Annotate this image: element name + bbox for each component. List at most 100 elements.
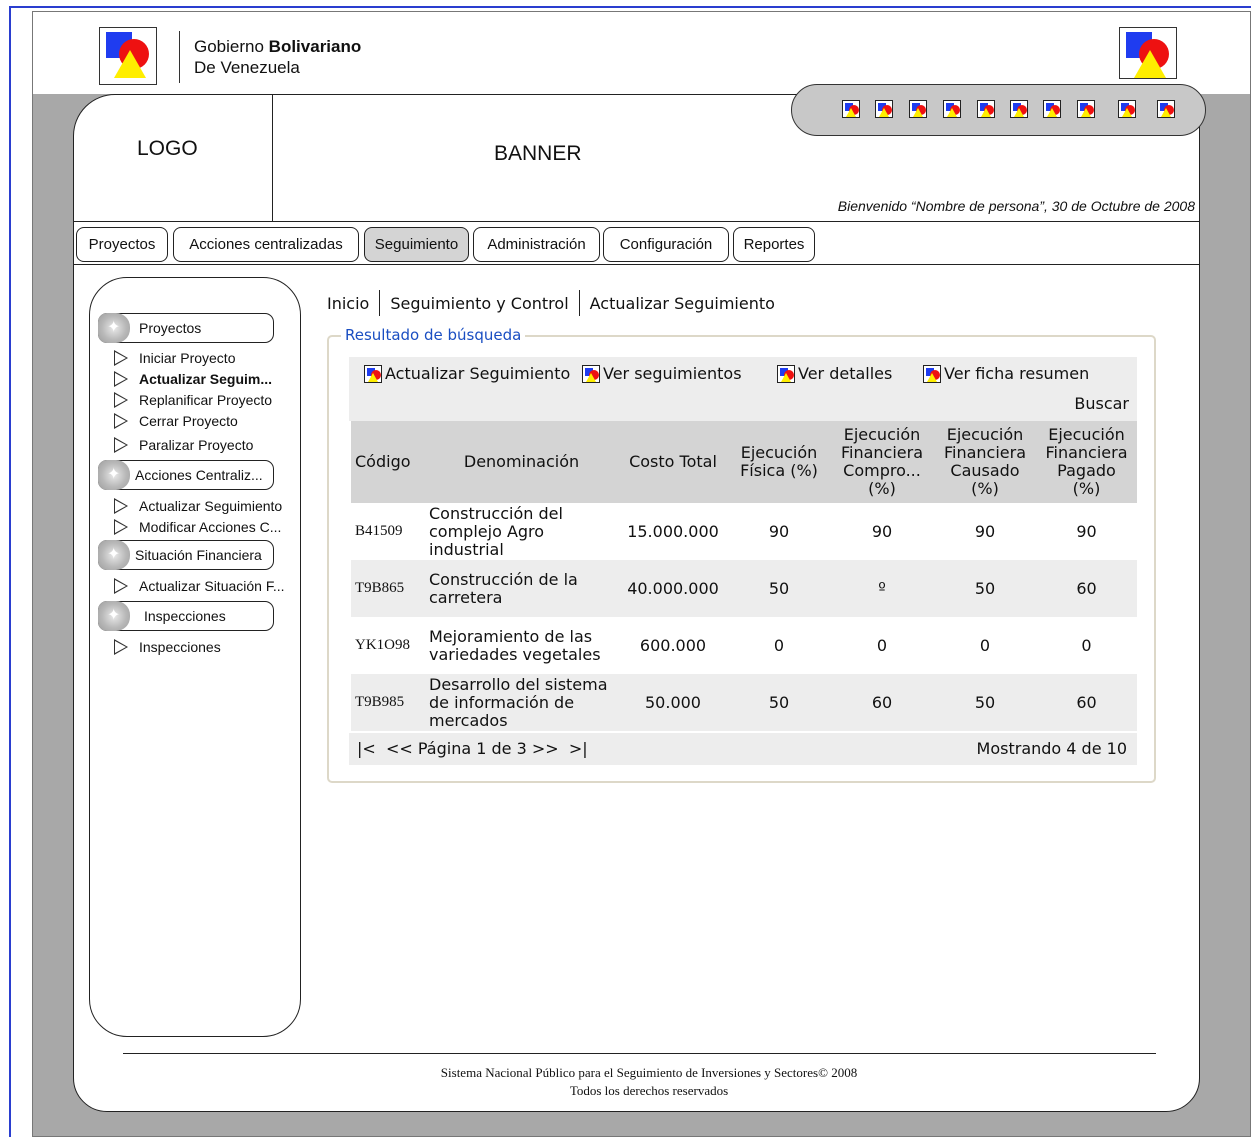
sidebar-section-proyectos[interactable]: Proyectos — [98, 313, 274, 343]
sidebar-item-inspecciones[interactable]: Inspecciones — [114, 636, 221, 656]
app-logo-icon — [364, 364, 382, 383]
play-icon — [114, 437, 128, 453]
results-table: Código Denominación Costo Total Ejecució… — [351, 421, 1137, 731]
app-logo-icon[interactable] — [1077, 100, 1095, 118]
results-count: Mostrando 4 de 10 — [976, 739, 1127, 758]
app-logo-icon[interactable] — [977, 100, 995, 118]
tab-seguimiento[interactable]: Seguimiento — [364, 227, 469, 262]
app-logo-icon[interactable] — [1157, 100, 1175, 118]
cell-costo: 50.000 — [618, 674, 728, 731]
pager: |< << Página 1 de 3 >> >| — [357, 739, 588, 758]
last-page-button[interactable]: >| — [569, 739, 588, 758]
cell-denominacion: Desarrollo del sistema de información de m… — [425, 674, 618, 731]
play-icon — [114, 639, 128, 655]
cell-codigo: T9B985 — [351, 674, 425, 731]
play-icon — [114, 392, 128, 408]
column-header-costo-total[interactable]: Costo Total — [618, 421, 728, 503]
first-page-button[interactable]: |< — [357, 739, 376, 758]
buscar-link[interactable]: Buscar — [1074, 394, 1129, 413]
table-header-row: Código Denominación Costo Total Ejecució… — [351, 421, 1137, 503]
play-icon — [114, 578, 128, 594]
star-icon — [98, 460, 130, 490]
cell-fisica: 90 — [768, 522, 790, 541]
sidebar-section-situacion-financiera[interactable]: Situación Financiera — [98, 540, 274, 570]
cell-pagado: 60 — [1036, 560, 1137, 617]
star-icon — [98, 540, 130, 570]
table-row[interactable]: T9B865 Construcción de la carretera 40.00… — [351, 560, 1137, 617]
action-label: Actualizar Seguimiento — [385, 364, 571, 383]
cell-causado: 90 — [974, 522, 996, 541]
app-logo-icon[interactable] — [1010, 100, 1028, 118]
cell-denominacion: Mejoramiento de las variedades vegetales — [429, 626, 601, 664]
table-row[interactable]: T9B985 Desarrollo del sistema de informac… — [351, 674, 1137, 731]
results-panel: Resultado de búsqueda Actualizar Seguimi… — [327, 326, 1156, 783]
column-header-denominacion[interactable]: Denominación — [425, 421, 618, 503]
gov-line1-prefix: Gobierno — [194, 37, 269, 56]
sidebar-section-label: Proyectos — [139, 320, 202, 336]
cell-causado: 0 — [979, 636, 991, 655]
play-icon — [114, 371, 128, 387]
column-header-financiera-pagado[interactable]: Ejecución Financiera Pagado (%) — [1036, 421, 1137, 503]
cell-codigo: T9B865 — [351, 560, 425, 617]
app-logo-icon[interactable] — [1118, 100, 1136, 118]
cell-costo: 15.000.000 — [627, 522, 719, 541]
sidebar-item-paralizar-proyecto[interactable]: Paralizar Proyecto — [114, 434, 253, 454]
sidebar-item-actualizar-situacion[interactable]: Actualizar Situación F... — [114, 575, 285, 595]
sidebar-item-iniciar-proyecto[interactable]: Iniciar Proyecto — [114, 347, 235, 367]
sidebar-section-inspecciones[interactable]: Inspecciones — [98, 601, 274, 631]
cell-codigo: B41509 — [355, 523, 403, 539]
action-label: Ver seguimientos — [603, 364, 742, 383]
gov-line2: De Venezuela — [194, 58, 300, 77]
sidebar-item-modificar-acciones[interactable]: Modificar Acciones C... — [114, 516, 281, 536]
app-logo-icon[interactable] — [1043, 100, 1061, 118]
play-icon — [114, 350, 128, 366]
app-logo-icon[interactable] — [909, 100, 927, 118]
cell-pagado: 0 — [1081, 636, 1092, 655]
tab-reportes[interactable]: Reportes — [733, 227, 815, 262]
sidebar-item-actualizar-seguimiento-acciones[interactable]: Actualizar Seguimiento — [114, 495, 282, 515]
play-icon — [114, 498, 128, 514]
prev-page-button[interactable]: << — [386, 739, 413, 758]
tab-administracion[interactable]: Administración — [473, 227, 600, 262]
cell-costo: 40.000.000 — [618, 560, 728, 617]
play-icon — [114, 519, 128, 535]
app-logo-icon[interactable] — [943, 100, 961, 118]
column-header-codigo[interactable]: Código — [351, 421, 425, 503]
cell-denominacion: Construcción de la carretera — [425, 560, 618, 617]
government-name: Gobierno Bolivariano De Venezuela — [194, 36, 361, 78]
sidebar-item-cerrar-proyecto[interactable]: Cerrar Proyecto — [114, 410, 238, 430]
actualizar-seguimiento-action[interactable]: Actualizar Seguimiento — [364, 364, 570, 383]
cell-compro: º — [830, 560, 934, 617]
institution-logo-icon — [1119, 27, 1177, 79]
footer-rights: Todos los derechos reservados — [569, 1083, 729, 1098]
sidebar-section-acciones[interactable]: Acciones Centraliz... — [98, 460, 274, 490]
cell-fisica: 50 — [728, 560, 830, 617]
tab-configuracion[interactable]: Configuración — [603, 227, 729, 262]
action-label: Ver ficha resumen — [944, 364, 1090, 383]
sidebar-item-actualizar-seguimiento[interactable]: Actualizar Seguim... — [114, 368, 272, 388]
ver-ficha-resumen-action[interactable]: Ver ficha resumen — [923, 364, 1089, 383]
tab-acciones-centralizadas[interactable]: Acciones centralizadas — [173, 227, 359, 262]
breadcrumb-inicio[interactable]: Inicio — [327, 294, 379, 313]
sidebar-section-label: Inspecciones — [144, 608, 226, 624]
next-page-button[interactable]: >> — [532, 739, 559, 758]
column-header-financiera-causado[interactable]: Ejecución Financiera Causado (%) — [934, 421, 1036, 503]
breadcrumb-seguimiento-control[interactable]: Seguimiento y Control — [380, 294, 578, 313]
ver-detalles-action[interactable]: Ver detalles — [777, 364, 892, 383]
logo-label: LOGO — [137, 137, 198, 160]
app-logo-icon[interactable] — [875, 100, 893, 118]
ver-seguimientos-action[interactable]: Ver seguimientos — [582, 364, 742, 383]
table-row[interactable]: YK1O98 Mejoramiento de las variedades veg… — [351, 617, 1137, 674]
app-logo-icon[interactable] — [842, 100, 860, 118]
table-row[interactable]: B41509 Construcción del complejo Agro indu… — [351, 503, 1137, 560]
sidebar: Proyectos Iniciar Proyecto Actualizar Se… — [89, 277, 301, 1037]
column-header-financiera-compro[interactable]: Ejecución Financiera Compro... (%) — [830, 421, 934, 503]
cell-compro: 0 — [876, 636, 888, 655]
action-label: Ver detalles — [798, 364, 893, 383]
column-header-ejecucion-fisica[interactable]: Ejecución Física (%) — [728, 421, 830, 503]
sidebar-item-replanificar-proyecto[interactable]: Replanificar Proyecto — [114, 389, 272, 409]
government-logo-icon — [99, 27, 157, 85]
main-panel: LOGO BANNER Bienvenido “Nombre de person… — [73, 94, 1200, 1112]
cell-denominacion: Construcción del complejo Agro industrial — [429, 503, 563, 559]
tab-proyectos[interactable]: Proyectos — [76, 227, 168, 262]
